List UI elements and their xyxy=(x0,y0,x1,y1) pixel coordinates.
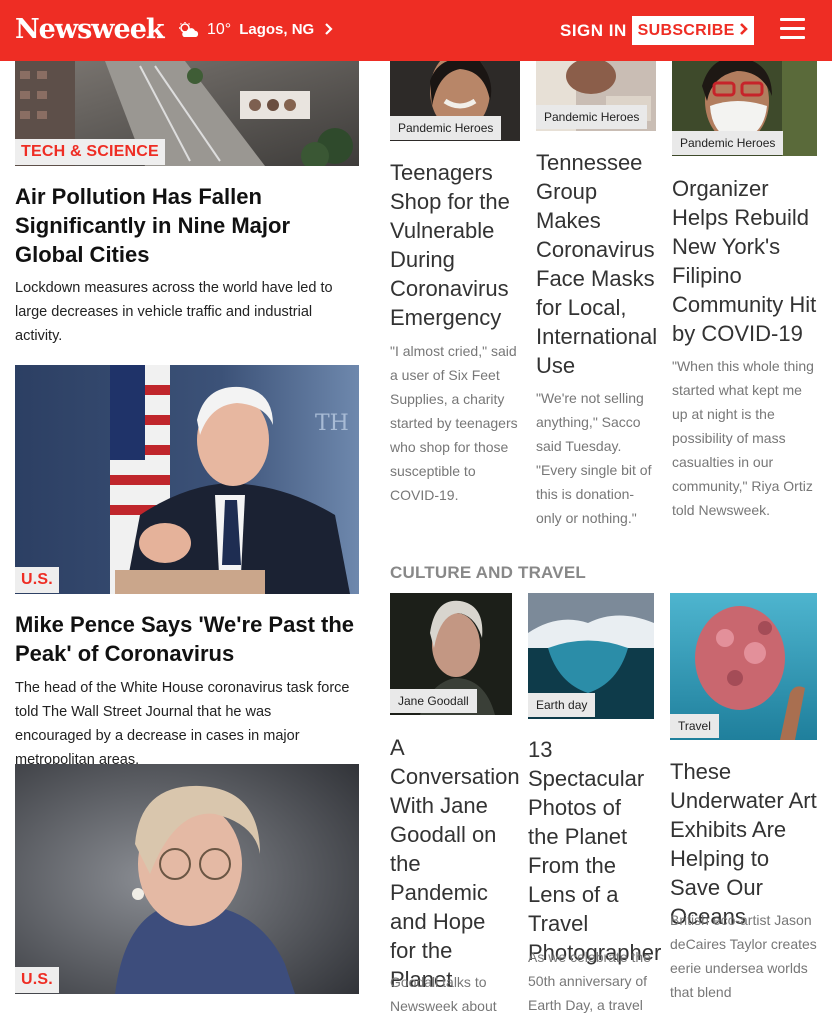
betsy-devos-image[interactable] xyxy=(15,764,359,994)
hero-title[interactable]: Organizer Helps Rebuild New York's Filip… xyxy=(672,174,817,348)
mike-pence-image[interactable]: TH xyxy=(15,365,359,594)
chevron-right-icon xyxy=(739,22,749,39)
section-title-culture-travel[interactable]: CULTURE AND TRAVEL xyxy=(390,563,586,583)
culture-title[interactable]: These Underwater Art Exhibits Are Helpin… xyxy=(670,757,818,931)
category-tag[interactable]: TECH & SCIENCE xyxy=(15,139,165,165)
article-summary: Lockdown measures across the world have … xyxy=(15,280,333,344)
newsweek-logo[interactable]: Newsweek xyxy=(15,13,165,47)
partly-cloudy-icon xyxy=(177,22,199,38)
culture-tag[interactable]: Travel xyxy=(670,714,719,738)
category-tag[interactable]: U.S. xyxy=(15,567,59,593)
site-header: Newsweek 10° Lagos, NG SIGN IN SUBSCRIBE xyxy=(0,0,832,61)
hero-tag[interactable]: Pandemic Heroes xyxy=(672,131,784,155)
subscribe-button[interactable]: SUBSCRIBE xyxy=(632,16,754,45)
hero-summary: "When this whole thing started what kept… xyxy=(672,358,814,518)
article-title[interactable]: Mike Pence Says 'We're Past the Peak' of… xyxy=(15,610,360,668)
hero-title[interactable]: Teenagers Shop for the Vulnerable During… xyxy=(390,158,518,332)
culture-title[interactable]: A Conversation With Jane Goodall on the … xyxy=(390,733,520,994)
weather-widget[interactable]: 10° Lagos, NG xyxy=(177,18,333,42)
hero-tag[interactable]: Pandemic Heroes xyxy=(536,105,648,129)
culture-summary: British eco-artist Jason deCaires Taylor… xyxy=(670,912,817,1000)
culture-tag[interactable]: Jane Goodall xyxy=(390,689,477,713)
sign-in-link[interactable]: SIGN IN xyxy=(560,18,627,44)
culture-summary: Goodall talks to Newsweek about xyxy=(390,974,497,1014)
article-title[interactable]: Air Pollution Has Fallen Significantly i… xyxy=(15,182,360,269)
hero-tag[interactable]: Pandemic Heroes xyxy=(390,116,502,140)
culture-summary: As we celebrate the 50th anniversary of … xyxy=(528,949,651,1013)
culture-tag[interactable]: Earth day xyxy=(528,693,596,717)
article-summary: The head of the White House coronavirus … xyxy=(15,680,350,768)
svg-text:TH: TH xyxy=(315,411,349,436)
category-tag[interactable]: U.S. xyxy=(15,967,59,993)
subscribe-label: SUBSCRIBE xyxy=(637,22,735,39)
hamburger-menu-icon[interactable] xyxy=(780,18,805,40)
location-text: Lagos, NG xyxy=(239,21,315,38)
hero-summary: "I almost cried," said a user of Six Fee… xyxy=(390,343,518,503)
hero-title[interactable]: Tennessee Group Makes Coronavirus Face M… xyxy=(536,148,658,380)
hero-summary: "We're not selling anything," Sacco said… xyxy=(536,390,652,526)
chevron-right-icon xyxy=(324,18,333,42)
temperature-text: 10° xyxy=(207,21,232,38)
culture-title[interactable]: 13 Spectacular Photos of the Planet From… xyxy=(528,735,661,967)
